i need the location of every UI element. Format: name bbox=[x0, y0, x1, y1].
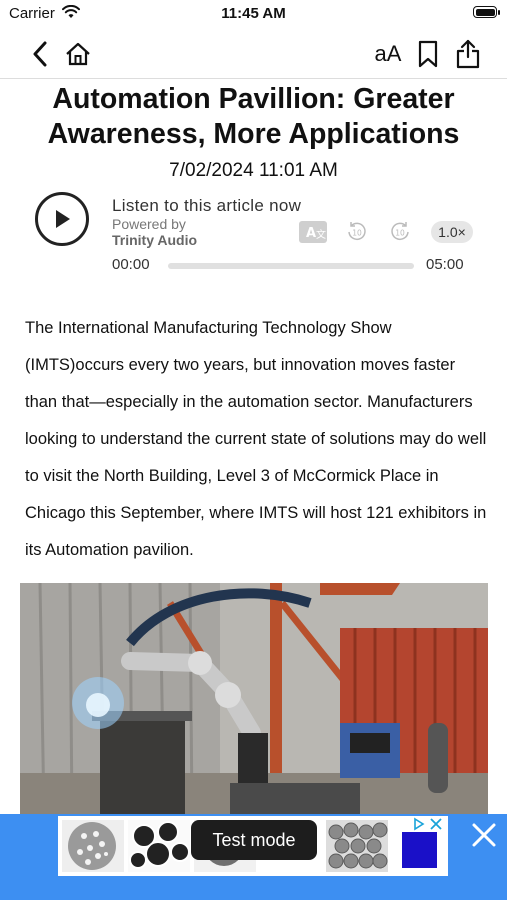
back-button[interactable] bbox=[22, 36, 58, 72]
svg-text:10: 10 bbox=[395, 229, 405, 238]
svg-text:10: 10 bbox=[352, 229, 362, 238]
ad-image-2 bbox=[128, 820, 190, 872]
article-title: Automation Pavillion: Greater Awareness,… bbox=[47, 83, 460, 150]
clock: 11:45 AM bbox=[221, 5, 286, 22]
close-icon bbox=[472, 823, 496, 847]
rewind-10-button[interactable]: 10 bbox=[346, 221, 368, 243]
svg-text:文: 文 bbox=[316, 228, 326, 241]
battery-cap bbox=[498, 10, 500, 15]
total-time: 05:00 bbox=[426, 256, 464, 273]
navigation-bar: aA bbox=[0, 30, 507, 79]
article-body: The International Manufacturing Technolo… bbox=[25, 319, 487, 559]
ad-close-button[interactable] bbox=[469, 820, 499, 850]
bookmark-icon bbox=[418, 40, 438, 68]
powered-by-label: Powered by bbox=[112, 216, 186, 232]
listen-label: Listen to this article now bbox=[112, 196, 302, 215]
play-button[interactable] bbox=[35, 192, 89, 246]
translate-icon: A 文 bbox=[299, 221, 327, 243]
forward-10-icon: 10 bbox=[391, 222, 409, 241]
home-button[interactable] bbox=[60, 36, 96, 72]
powered-by: Powered by Trinity Audio bbox=[112, 216, 197, 248]
ad-image-1 bbox=[62, 820, 124, 872]
forward-10-button[interactable]: 10 bbox=[389, 221, 411, 243]
playback-speed-button[interactable]: 1.0× bbox=[431, 221, 473, 243]
play-icon bbox=[56, 210, 70, 228]
audio-player: Listen to this article now Powered by Tr… bbox=[0, 190, 507, 280]
svg-text:A: A bbox=[306, 226, 316, 241]
provider-name: Trinity Audio bbox=[112, 232, 198, 248]
text-size-button[interactable]: aA bbox=[370, 36, 406, 72]
progress-bar[interactable] bbox=[168, 263, 414, 269]
status-bar: Carrier 11:45 AM bbox=[0, 0, 507, 28]
ad-banner[interactable]: Test mode bbox=[0, 814, 507, 900]
adchoices-icon[interactable] bbox=[413, 817, 445, 831]
battery-icon bbox=[473, 6, 497, 18]
article-image bbox=[20, 583, 488, 815]
bookmark-button[interactable] bbox=[410, 36, 446, 72]
current-time: 00:00 bbox=[112, 256, 150, 273]
ad-logo bbox=[402, 832, 437, 868]
home-icon bbox=[66, 42, 90, 66]
article-date: 7/02/2024 11:01 AM bbox=[169, 160, 338, 181]
share-button[interactable] bbox=[450, 36, 486, 72]
test-mode-badge: Test mode bbox=[191, 820, 317, 860]
chevron-left-icon bbox=[33, 41, 47, 67]
rewind-10-icon: 10 bbox=[348, 222, 366, 241]
share-icon bbox=[456, 39, 480, 69]
ad-image-4 bbox=[326, 820, 388, 872]
translate-button[interactable]: A 文 bbox=[299, 221, 327, 243]
